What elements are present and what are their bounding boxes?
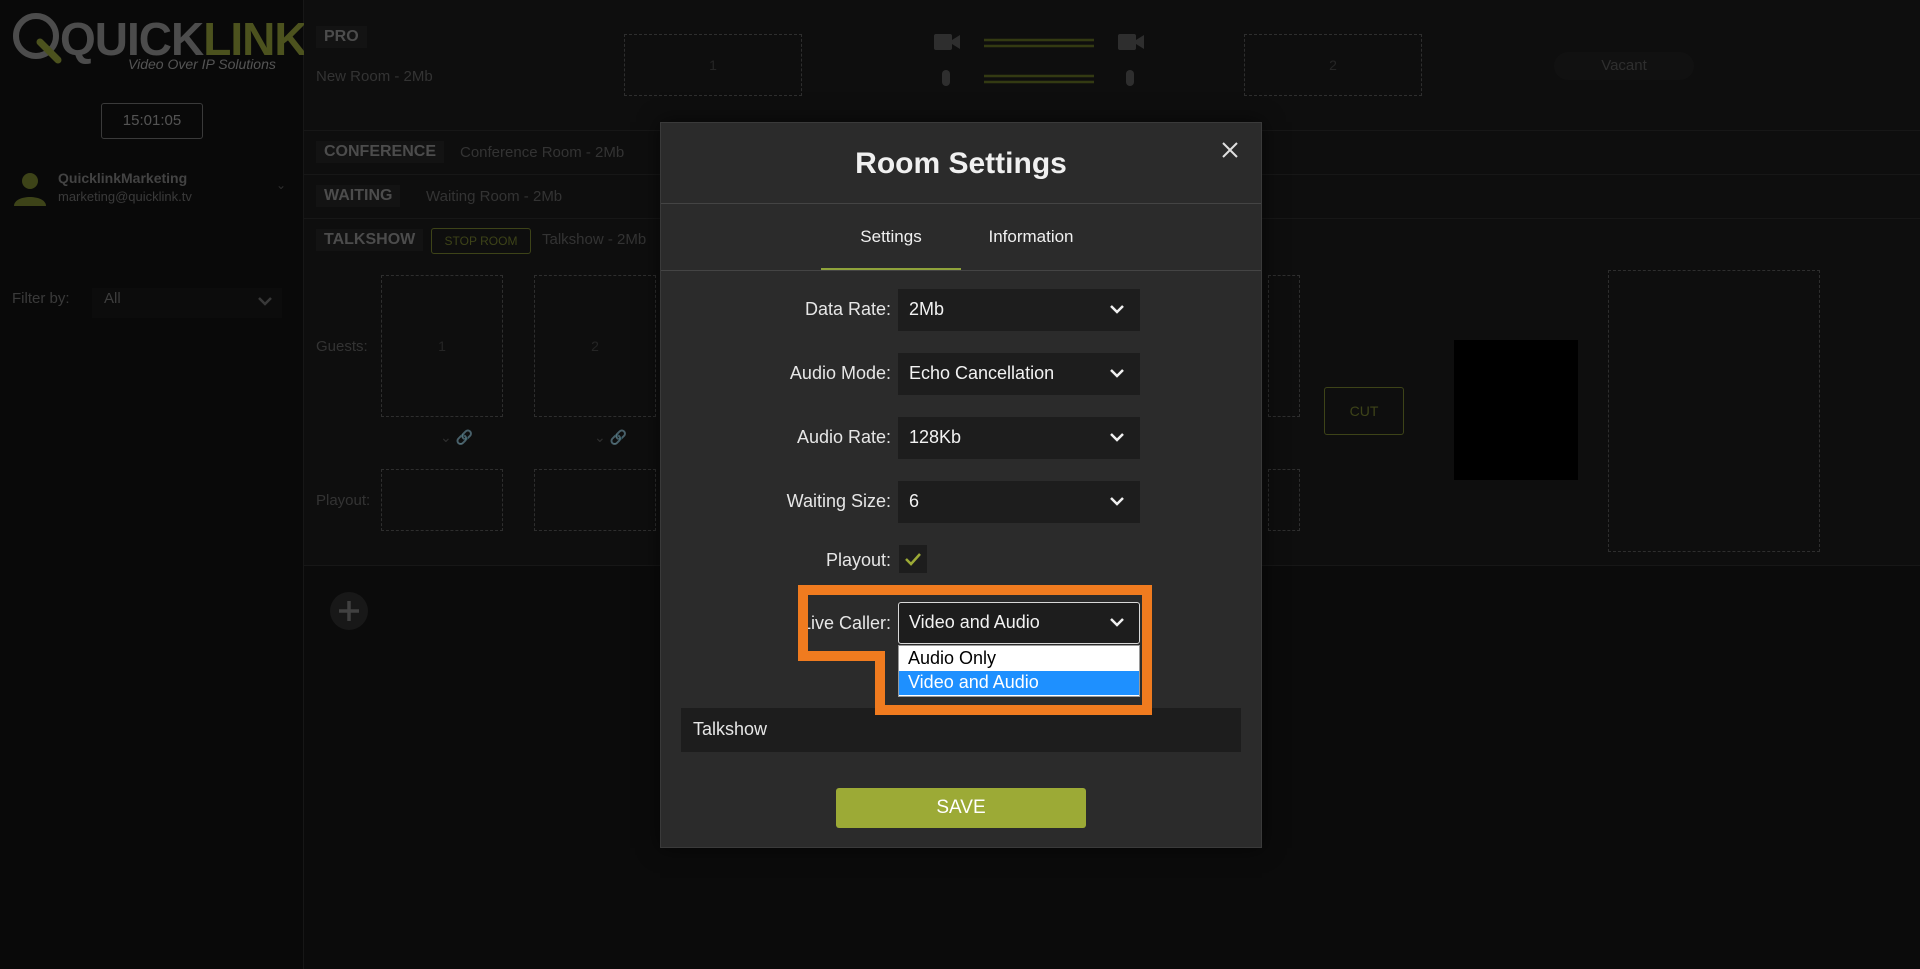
save-button[interactable]: SAVE [836,788,1086,828]
dialog-title: Room Settings [855,147,1067,180]
checkmark-icon [905,553,921,566]
tab-information[interactable]: Information [961,204,1101,270]
waiting-size-select[interactable]: 6 [898,481,1140,523]
audio-mode-label: Audio Mode: [789,363,891,383]
audio-rate-label: Audio Rate: [796,427,891,447]
tabs: Settings Information [661,204,1261,271]
playout-label: Playout: [825,550,891,570]
playout-checkbox[interactable] [899,545,927,573]
waiting-size-label: Waiting Size: [786,491,891,511]
data-rate-select[interactable]: 2Mb [898,289,1140,331]
tab-settings[interactable]: Settings [821,204,961,270]
close-button[interactable] [1217,137,1243,163]
waiting-size-value: 6 [909,491,920,511]
room-settings-dialog: Room Settings Settings Information Data … [660,122,1262,848]
audio-mode-select[interactable]: Echo Cancellation [898,353,1140,395]
audio-rate-value: 128Kb [909,427,962,447]
close-icon [1222,142,1238,158]
chevron-down-icon [1110,433,1124,442]
chevron-down-icon [1110,305,1124,314]
data-rate-value: 2Mb [909,299,945,319]
chevron-down-icon [1110,369,1124,378]
data-rate-label: Data Rate: [804,299,891,319]
audio-rate-select[interactable]: 128Kb [898,417,1140,459]
chevron-down-icon [1110,497,1124,506]
audio-mode-value: Echo Cancellation [909,363,1055,383]
highlight-annotation [798,585,1152,715]
room-name-value: Talkshow [693,719,768,739]
